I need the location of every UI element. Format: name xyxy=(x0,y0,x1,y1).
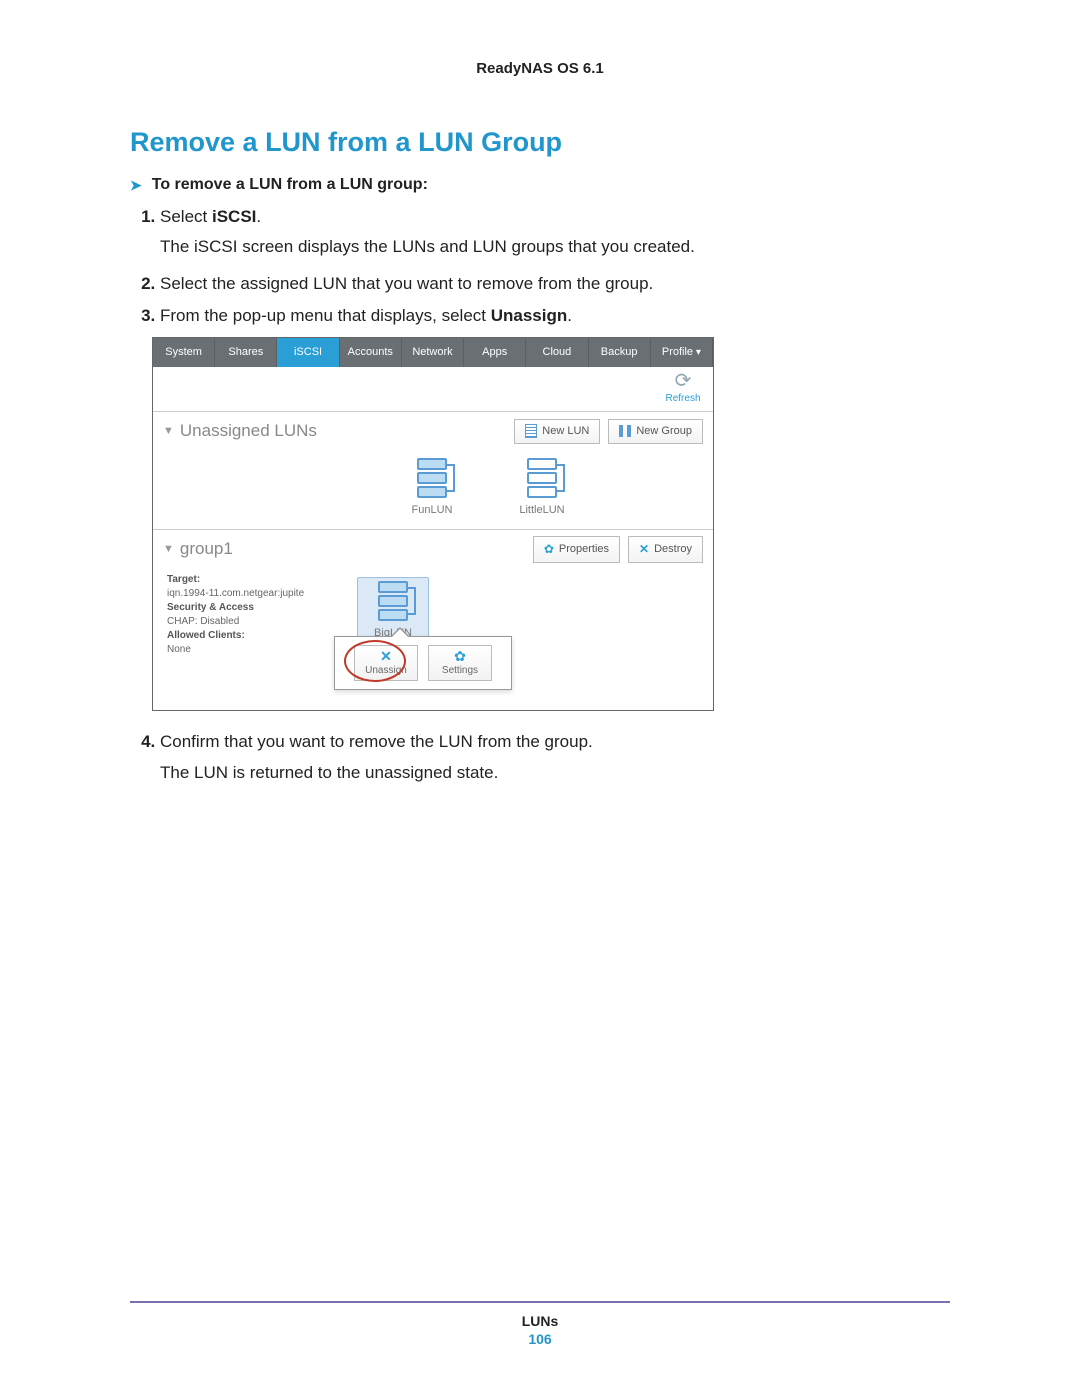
unassign-button[interactable]: ✕ Unassign xyxy=(354,645,418,682)
gear-icon: ✿ xyxy=(544,540,554,559)
step-4: Confirm that you want to remove the LUN … xyxy=(160,729,950,786)
context-popup: ✕ Unassign ✿ Settings xyxy=(334,636,512,691)
unassign-icon: ✕ xyxy=(355,649,417,663)
settings-button[interactable]: ✿ Settings xyxy=(428,645,492,682)
panel-group1-title: group1 xyxy=(180,536,233,562)
new-group-button[interactable]: New Group xyxy=(608,419,703,444)
doc-header: ReadyNAS OS 6.1 xyxy=(130,60,950,77)
destroy-button[interactable]: ✕ Destroy xyxy=(628,536,703,563)
tab-apps[interactable]: Apps xyxy=(464,338,526,367)
panel-unassigned-title: Unassigned LUNs xyxy=(180,418,317,444)
step-1: Select iSCSI. The iSCSI screen displays … xyxy=(160,204,950,261)
footer-page-number: 106 xyxy=(130,1331,950,1347)
tab-iscsi[interactable]: iSCSI xyxy=(277,338,339,367)
gear-icon: ✿ xyxy=(429,649,491,663)
refresh-button[interactable]: ⟳ Refresh xyxy=(663,371,703,407)
refresh-icon: ⟳ xyxy=(663,371,703,391)
section-heading: Remove a LUN from a LUN Group xyxy=(130,127,950,158)
footer-category: LUNs xyxy=(130,1313,950,1329)
tab-accounts[interactable]: Accounts xyxy=(340,338,402,367)
collapse-icon[interactable]: ▼ xyxy=(163,423,174,440)
lun-funlun[interactable]: FunLUN xyxy=(397,458,467,519)
step-3: From the pop-up menu that displays, sele… xyxy=(160,303,950,711)
procedure-title: To remove a LUN from a LUN group: xyxy=(152,176,428,194)
lun-biglun[interactable]: BigLUN ✕ Unassign ✿ Settings xyxy=(357,577,429,657)
screenshot-frame: System Shares iSCSI Accounts Network App… xyxy=(152,337,714,711)
group-icon xyxy=(619,425,631,437)
tab-cloud[interactable]: Cloud xyxy=(526,338,588,367)
group-info: Target: iqn.1994-11.com.netgear:jupite S… xyxy=(153,569,327,667)
tab-bar: System Shares iSCSI Accounts Network App… xyxy=(153,338,713,367)
lun-icon xyxy=(525,424,537,438)
tab-system[interactable]: System xyxy=(153,338,215,367)
properties-button[interactable]: ✿ Properties xyxy=(533,536,620,563)
new-lun-button[interactable]: New LUN xyxy=(514,419,600,444)
tab-shares[interactable]: Shares xyxy=(215,338,277,367)
step-1-body: The iSCSI screen displays the LUNs and L… xyxy=(160,234,950,260)
procedure-heading: ➤ To remove a LUN from a LUN group: xyxy=(130,176,950,194)
tab-profile[interactable]: Profile xyxy=(651,338,713,367)
collapse-icon[interactable]: ▼ xyxy=(163,541,174,558)
step-4-body: The LUN is returned to the unassigned st… xyxy=(160,760,950,786)
chevron-right-icon: ➤ xyxy=(130,177,142,194)
tab-network[interactable]: Network xyxy=(402,338,464,367)
page-footer: LUNs 106 xyxy=(130,1301,950,1347)
destroy-icon: ✕ xyxy=(639,540,649,559)
tab-backup[interactable]: Backup xyxy=(589,338,651,367)
lun-littlelun[interactable]: LittleLUN xyxy=(507,458,577,519)
step-2: Select the assigned LUN that you want to… xyxy=(160,271,950,297)
